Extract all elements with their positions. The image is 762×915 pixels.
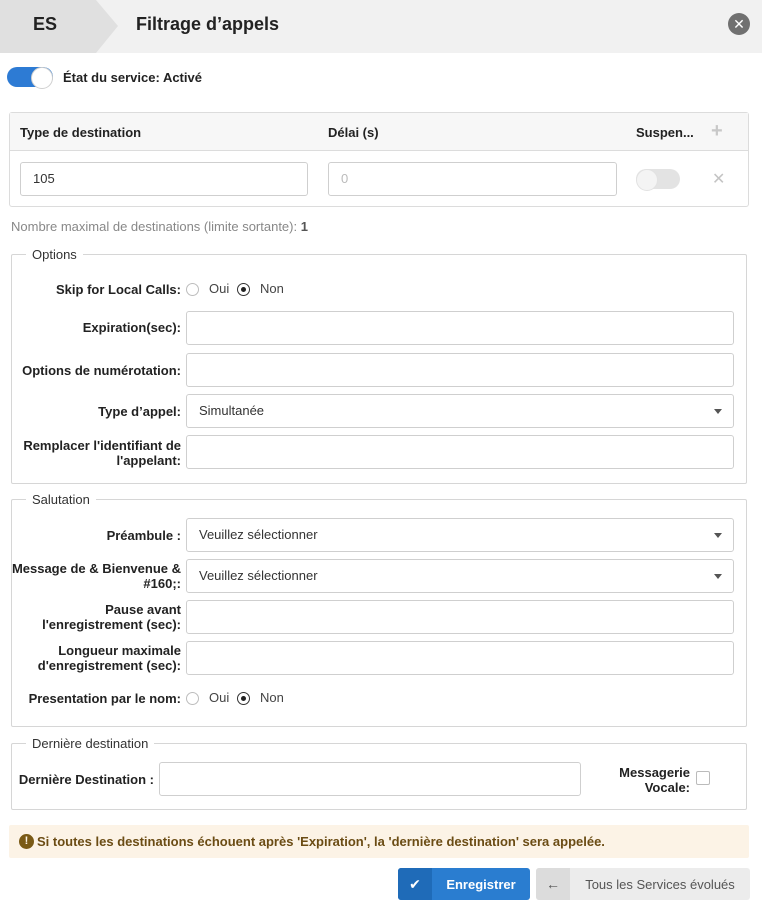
welcome-message-label: Message de & Bienvenue & #160;: (11, 561, 181, 591)
call-type-label: Type d’appel: (98, 404, 181, 419)
pause-input[interactable] (186, 600, 734, 634)
replace-caller-id-label: Remplacer l'identifiant de l'appelant: (23, 438, 181, 468)
name-presentation-label: Presentation par le nom: (28, 691, 181, 706)
name-presentation-no-label: Non (260, 690, 284, 705)
preamble-select[interactable]: Veuillez sélectionner (186, 518, 734, 552)
replace-caller-id-input[interactable] (186, 435, 734, 469)
destinations-table-header: Type de destination Délai (s) Suspen... … (10, 113, 748, 151)
call-type-select[interactable]: Simultanée (186, 394, 734, 428)
last-destination-input[interactable] (159, 762, 581, 796)
x-icon[interactable]: ✕ (712, 169, 725, 189)
expiration-alert: ! Si toutes les destinations échouent ap… (9, 825, 749, 858)
name-presentation-yes-radio[interactable] (186, 692, 199, 705)
call-type-value: Simultanée (199, 403, 265, 418)
all-services-button-label: Tous les Services évolués (585, 877, 735, 892)
skip-local-calls-yes-radio[interactable] (186, 283, 199, 296)
alert-text: Si toutes les destinations échouent aprè… (37, 834, 605, 849)
destinations-table: Type de destination Délai (s) Suspen... … (9, 112, 749, 207)
name-presentation-yes-label: Oui (209, 690, 230, 705)
voicemail-label: Messagerie Vocale: (619, 765, 690, 795)
skip-local-calls-yes-label: Oui (209, 281, 230, 296)
page-title: Filtrage d’appels (136, 14, 280, 34)
column-header-type: Type de destination (20, 125, 142, 140)
expiration-label: Expiration(sec): (82, 320, 181, 335)
max-length-label: Longueur maximale d'enregistrement (sec)… (37, 643, 181, 673)
service-badge-label: ES (33, 14, 58, 34)
options-legend: Options (32, 247, 77, 262)
destination-type-input[interactable]: 105 (20, 162, 308, 196)
voicemail-checkbox[interactable] (696, 771, 710, 785)
max-destinations-label: Nombre maximal de destinations (limite s… (11, 219, 298, 234)
dial-options-label: Options de numérotation: (22, 363, 181, 378)
destination-suspend-toggle[interactable] (636, 169, 680, 191)
max-length-input[interactable] (186, 641, 734, 675)
name-presentation-no-radio[interactable] (237, 692, 250, 705)
preamble-label: Préambule : (106, 528, 181, 543)
close-icon[interactable]: ✕ (728, 13, 750, 35)
skip-local-calls-label: Skip for Local Calls: (56, 282, 181, 297)
arrow-left-icon: ← (536, 868, 570, 900)
column-header-delay: Délai (s) (328, 125, 379, 140)
last-destination-label: Dernière Destination : (18, 772, 154, 787)
max-destinations-note: Nombre maximal de destinations (limite s… (11, 219, 308, 234)
service-status-toggle[interactable] (7, 67, 53, 89)
welcome-message-value: Veuillez sélectionner (199, 568, 318, 583)
save-button[interactable]: ✔ Enregistrer (398, 868, 530, 900)
welcome-message-select[interactable]: Veuillez sélectionner (186, 559, 734, 593)
save-button-label: Enregistrer (446, 877, 516, 892)
greeting-legend: Salutation (32, 492, 90, 507)
dial-options-input[interactable] (186, 353, 734, 387)
destination-delay-input[interactable]: 0 (328, 162, 617, 196)
max-destinations-value: 1 (300, 219, 308, 234)
all-services-button[interactable]: ← Tous les Services évolués (536, 868, 750, 900)
dialog-header: ES Filtrage d’appels ✕ (0, 0, 762, 53)
skip-local-calls-no-label: Non (260, 281, 284, 296)
last-destination-legend: Dernière destination (32, 736, 149, 751)
skip-local-calls-no-radio[interactable] (237, 283, 250, 296)
preamble-value: Veuillez sélectionner (199, 527, 318, 542)
pause-label: Pause avant l'enregistrement (sec): (42, 602, 181, 632)
exclamation-icon: ! (19, 834, 34, 849)
service-badge: ES (0, 0, 118, 53)
column-header-suspend: Suspen... (636, 125, 694, 140)
check-icon: ✔ (398, 868, 432, 900)
expiration-input[interactable] (186, 311, 734, 345)
service-status-label: État du service: Activé (63, 70, 202, 85)
plus-icon[interactable]: + (711, 120, 723, 143)
